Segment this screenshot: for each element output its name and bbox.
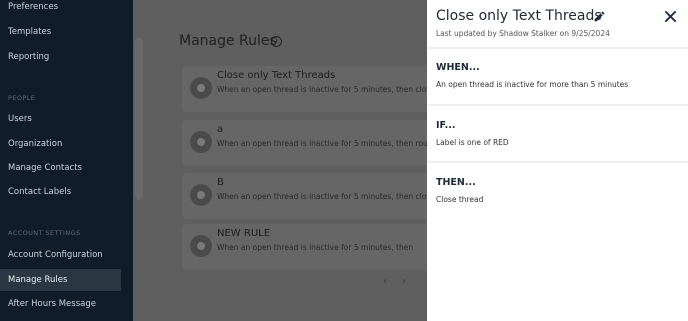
sidebar-item-templates[interactable]: Templates (0, 21, 121, 43)
sidebar-item-reporting[interactable]: Reporting (0, 46, 121, 68)
sidebar-item-manage-contacts[interactable]: Manage Contacts (0, 157, 121, 179)
page-title: Manage Rules (179, 33, 277, 49)
rule-name: B (217, 177, 224, 188)
if-text: Label is one of RED (436, 138, 509, 147)
sidebar-section-people: PEOPLE (8, 94, 36, 102)
rule-name: Close only Text Threads (217, 70, 336, 81)
sidebar-item-users[interactable]: Users (0, 108, 121, 130)
when-heading: WHEN... (436, 62, 480, 73)
then-heading: THEN... (436, 177, 476, 188)
then-text: Close thread (436, 195, 484, 204)
info-icon[interactable]: i (271, 36, 282, 47)
rule-card[interactable]: Close only Text Threads When an open thr… (182, 66, 435, 112)
rule-name: a (217, 124, 224, 135)
rule-description: When an open thread is inactive for 5 mi… (217, 243, 414, 252)
rule-description: When an open thread is inactive for 5 mi… (217, 85, 435, 94)
sidebar-section-account-settings: ACCOUNT SETTINGS (8, 229, 81, 237)
rule-detail-panel: Close only Text Threads Last updated by … (427, 0, 688, 321)
rule-name: NEW RULE (217, 228, 271, 239)
rule-card[interactable]: a When an open thread is inactive for 5 … (182, 120, 436, 166)
divider (427, 161, 688, 163)
pencil-edit-icon[interactable] (593, 10, 606, 23)
rule-icon (190, 131, 212, 153)
rule-icon (190, 184, 212, 206)
rule-description: When an open thread is inactive for 5 mi… (217, 139, 436, 148)
sidebar-item-after-hours-message[interactable]: After Hours Message (0, 293, 121, 315)
close-icon[interactable] (665, 11, 676, 22)
rule-icon (190, 77, 212, 99)
divider (427, 47, 688, 49)
divider (427, 104, 688, 106)
panel-subtitle: Last updated by Shadow Stalker on 9/25/2… (436, 29, 610, 38)
scrollbar[interactable] (135, 38, 143, 200)
rule-card[interactable]: NEW RULE When an open thread is inactive… (182, 224, 432, 270)
pager-prev-button[interactable]: ‹ (383, 276, 387, 287)
sidebar-item-account-configuration[interactable]: Account Configuration (0, 244, 121, 266)
sidebar-item-contact-labels[interactable]: Contact Labels (0, 181, 121, 203)
sidebar-item-preferences[interactable]: Preferences (0, 0, 121, 18)
sidebar-item-organization[interactable]: Organization (0, 133, 121, 155)
if-heading: IF... (436, 120, 456, 131)
pager-next-button[interactable]: › (402, 276, 406, 287)
sidebar-item-manage-rules[interactable]: Manage Rules (0, 269, 121, 291)
sidebar: Preferences Templates Reporting PEOPLE U… (0, 0, 133, 321)
panel-title: Close only Text Threads (436, 8, 602, 24)
rule-icon (190, 235, 212, 257)
when-text: An open thread is inactive for more than… (436, 80, 629, 89)
rule-description: When an open thread is inactive for 5 mi… (217, 192, 435, 201)
rule-card[interactable]: B When an open thread is inactive for 5 … (182, 173, 435, 219)
